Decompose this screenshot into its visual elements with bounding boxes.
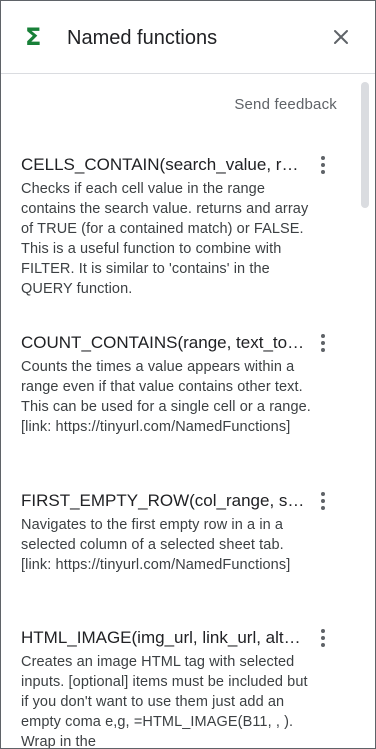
function-description: Creates an image HTML tag with selected … (21, 654, 308, 748)
function-description: Checks if each cell value in the range c… (21, 181, 309, 297)
more-options-button[interactable] (313, 627, 333, 649)
more-options-button[interactable] (313, 332, 333, 354)
more-vert-icon (321, 156, 325, 174)
more-vert-icon (321, 334, 325, 352)
more-vert-icon (321, 629, 325, 647)
function-name: CELLS_CONTAIN(search_value, range) (21, 155, 307, 174)
functions-list: Send feedback CELLS_CONTAIN(search_value… (1, 74, 375, 748)
more-vert-icon (321, 492, 325, 510)
scrollbar-thumb[interactable] (361, 82, 369, 208)
function-name: FIRST_EMPTY_ROW(col_range, sheet) (21, 491, 307, 510)
more-options-button[interactable] (313, 154, 333, 176)
function-name: HTML_IMAGE(img_url, link_url, alt_text) (21, 628, 307, 647)
named-functions-panel: Σ Named functions Send feedback CELLS_CO… (0, 0, 376, 749)
close-button[interactable] (329, 25, 353, 49)
function-description: Navigates to the first empty row in a in… (21, 517, 291, 573)
function-description: Counts the times a value appears within … (21, 359, 311, 435)
more-options-button[interactable] (313, 490, 333, 512)
panel-title: Named functions (67, 27, 218, 49)
sigma-icon: Σ (25, 23, 42, 51)
send-feedback-link[interactable]: Send feedback (234, 96, 337, 114)
panel-header: Σ Named functions (1, 1, 375, 74)
function-name: COUNT_CONTAINS(range, text_to_find) (21, 333, 307, 352)
close-icon (334, 30, 348, 44)
scrollbar[interactable] (359, 80, 371, 744)
